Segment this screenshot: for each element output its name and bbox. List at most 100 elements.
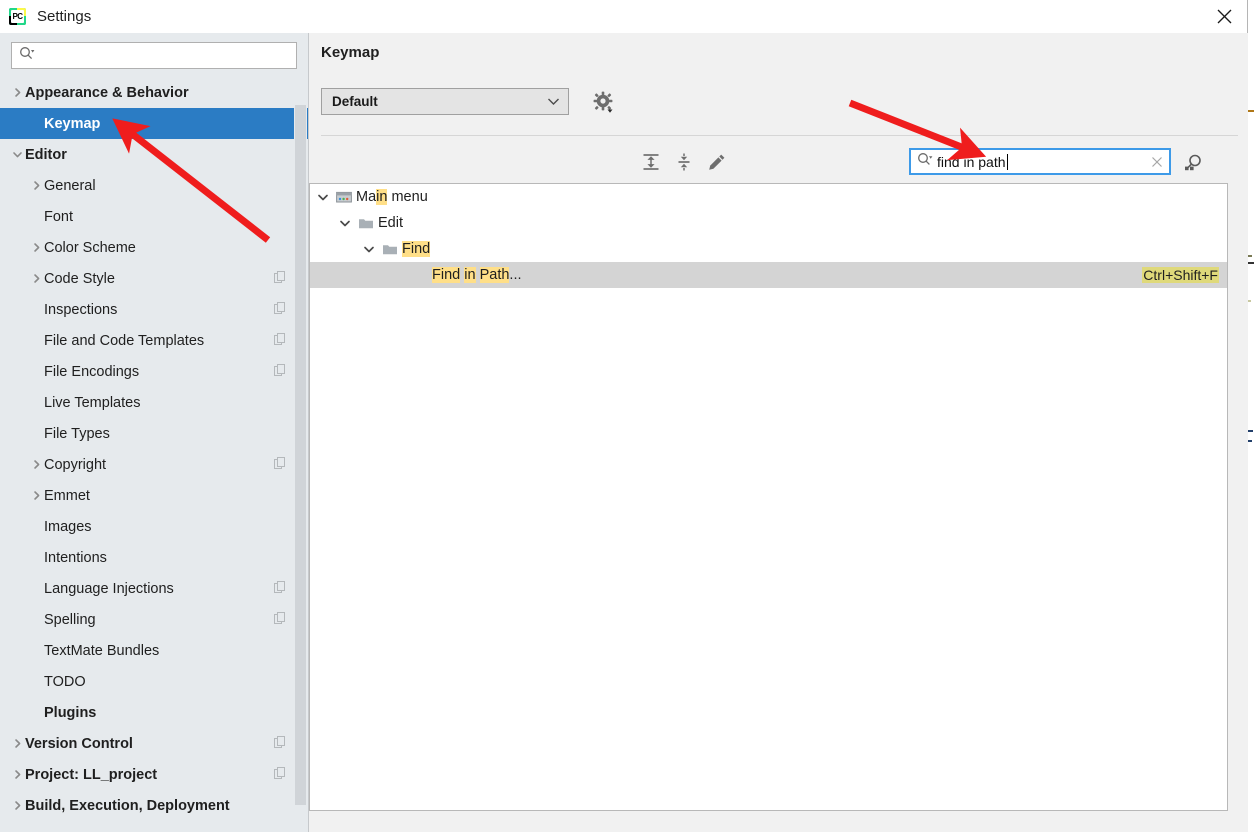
copy-settings-icon <box>274 457 286 473</box>
chevron-down-icon <box>10 149 25 160</box>
keymap-search-text: find in path <box>937 154 1149 170</box>
sidebar-item-language-injections[interactable]: Language Injections <box>0 573 308 604</box>
chevron-right-icon <box>10 769 25 780</box>
copy-settings-icon <box>274 767 286 783</box>
chevron-down-icon <box>547 93 560 111</box>
search-input[interactable] <box>35 48 296 63</box>
sidebar-item-copyright[interactable]: Copyright <box>0 449 308 480</box>
pencil-icon[interactable] <box>701 145 733 179</box>
sidebar-item-label: Language Injections <box>44 581 174 597</box>
window-title: Settings <box>37 8 91 25</box>
sidebar-item-label: Intentions <box>44 550 107 566</box>
dialog-body: Appearance & BehaviorKeymap Editor General… <box>0 33 1248 832</box>
copy-settings-icon <box>274 612 286 628</box>
search-icon <box>917 152 934 171</box>
keymap-action-label: Find <box>402 241 430 257</box>
sidebar-item-label: Project: LL_project <box>25 767 157 783</box>
copy-settings-icon <box>274 581 286 597</box>
sidebar-item-file-and-code-templates[interactable]: File and Code Templates <box>0 325 308 356</box>
sidebar-item-appearance-behavior[interactable]: Appearance & Behavior <box>0 77 308 108</box>
chevron-down-icon[interactable] <box>334 217 356 229</box>
keymap-tree-row[interactable]: Find <box>310 236 1227 262</box>
sidebar-item-label: Build, Execution, Deployment <box>25 798 230 814</box>
keymap-tree-row[interactable]: Main menu <box>310 184 1227 210</box>
sidebar-scrollbar[interactable] <box>294 77 307 832</box>
sidebar-scrollbar-thumb[interactable] <box>295 105 306 805</box>
sidebar-item-list: Appearance & BehaviorKeymap Editor General… <box>0 77 308 821</box>
sidebar-item-font[interactable]: Font <box>0 201 308 232</box>
sidebar-item-emmet[interactable]: Emmet <box>0 480 308 511</box>
keymap-tree-list: Main menu Edit FindFind in Path... Ctrl+Shi… <box>310 184 1227 288</box>
sidebar-item-label: Font <box>44 209 73 225</box>
sidebar-item-keymap[interactable]: Keymap <box>0 108 308 139</box>
sidebar-scroll-area: Appearance & BehaviorKeymap Editor General… <box>0 77 308 832</box>
chevron-right-icon <box>29 242 44 253</box>
keymap-tree-row[interactable]: Find in Path... Ctrl+Shift+F <box>310 262 1227 288</box>
sidebar-item-spelling[interactable]: Spelling <box>0 604 308 635</box>
section-divider <box>321 135 1238 136</box>
sidebar-item-label: Version Control <box>25 736 133 752</box>
keymap-search-box[interactable]: find in path <box>909 148 1171 175</box>
chevron-right-icon <box>10 87 25 98</box>
sidebar-item-file-types[interactable]: File Types <box>0 418 308 449</box>
sidebar-item-label: Plugins <box>44 705 96 721</box>
copy-settings-icon <box>274 736 286 752</box>
copy-settings-icon <box>274 302 286 318</box>
keymap-toolbar: find in path <box>309 145 1248 185</box>
expand-all-icon[interactable] <box>635 145 667 179</box>
sidebar-item-version-control[interactable]: Version Control <box>0 728 308 759</box>
sidebar-item-intentions[interactable]: Intentions <box>0 542 308 573</box>
keymap-action-label: Main menu <box>356 189 428 205</box>
search-box[interactable] <box>11 42 297 69</box>
sidebar-item-label: Color Scheme <box>44 240 136 256</box>
sidebar-item-label: Editor <box>25 147 67 163</box>
collapse-all-icon[interactable] <box>668 145 700 179</box>
keymap-scheme-select[interactable]: Default <box>321 88 569 115</box>
keymap-tree-row[interactable]: Edit <box>310 210 1227 236</box>
sidebar-item-label: Copyright <box>44 457 106 473</box>
sidebar-item-editor[interactable]: Editor <box>0 139 308 170</box>
sidebar-item-todo[interactable]: TODO <box>0 666 308 697</box>
chevron-right-icon <box>10 800 25 811</box>
copy-settings-icon <box>274 271 286 287</box>
keymap-action-label: Find in Path... <box>432 267 522 283</box>
sidebar-item-label: File and Code Templates <box>44 333 204 349</box>
sidebar-item-label: Code Style <box>44 271 115 287</box>
title-bar: PC Settings <box>0 0 1247 34</box>
sidebar-item-file-encodings[interactable]: File Encodings <box>0 356 308 387</box>
main-menu-icon <box>334 190 354 204</box>
sidebar-item-label: File Encodings <box>44 364 139 380</box>
sidebar-item-label: Live Templates <box>44 395 140 411</box>
chevron-right-icon <box>29 459 44 470</box>
sidebar-item-code-style[interactable]: Code Style <box>0 263 308 294</box>
sidebar-item-label: TODO <box>44 674 86 690</box>
folder-icon <box>356 216 376 230</box>
gear-icon[interactable] <box>593 91 615 113</box>
sidebar-item-build-execution-deployment[interactable]: Build, Execution, Deployment <box>0 790 308 821</box>
sidebar-item-live-templates[interactable]: Live Templates <box>0 387 308 418</box>
settings-sidebar: Appearance & BehaviorKeymap Editor General… <box>0 33 309 832</box>
sidebar-item-project-ll-project[interactable]: Project: LL_project <box>0 759 308 790</box>
sidebar-item-images[interactable]: Images <box>0 511 308 542</box>
sidebar-item-textmate-bundles[interactable]: TextMate Bundles <box>0 635 308 666</box>
chevron-right-icon <box>10 738 25 749</box>
chevron-right-icon <box>29 180 44 191</box>
settings-dialog: PC Settings <box>0 0 1248 832</box>
keymap-shortcut: Ctrl+Shift+F <box>1142 267 1219 283</box>
chevron-right-icon <box>29 490 44 501</box>
sidebar-item-color-scheme[interactable]: Color Scheme <box>0 232 308 263</box>
chevron-right-icon <box>29 273 44 284</box>
sidebar-item-plugins[interactable]: Plugins <box>0 697 308 728</box>
chevron-down-icon[interactable] <box>312 191 334 203</box>
sidebar-item-general[interactable]: General <box>0 170 308 201</box>
sidebar-item-label: File Types <box>44 426 110 442</box>
clear-icon[interactable] <box>1149 156 1165 168</box>
chevron-down-icon[interactable] <box>358 243 380 255</box>
sidebar-item-inspections[interactable]: Inspections <box>0 294 308 325</box>
sidebar-item-label: Images <box>44 519 92 535</box>
close-icon[interactable] <box>1201 0 1247 33</box>
keymap-scheme-value: Default <box>332 94 378 109</box>
copy-settings-icon <box>274 333 286 349</box>
sidebar-search-wrap <box>0 33 308 76</box>
find-by-shortcut-icon[interactable] <box>1178 150 1208 176</box>
